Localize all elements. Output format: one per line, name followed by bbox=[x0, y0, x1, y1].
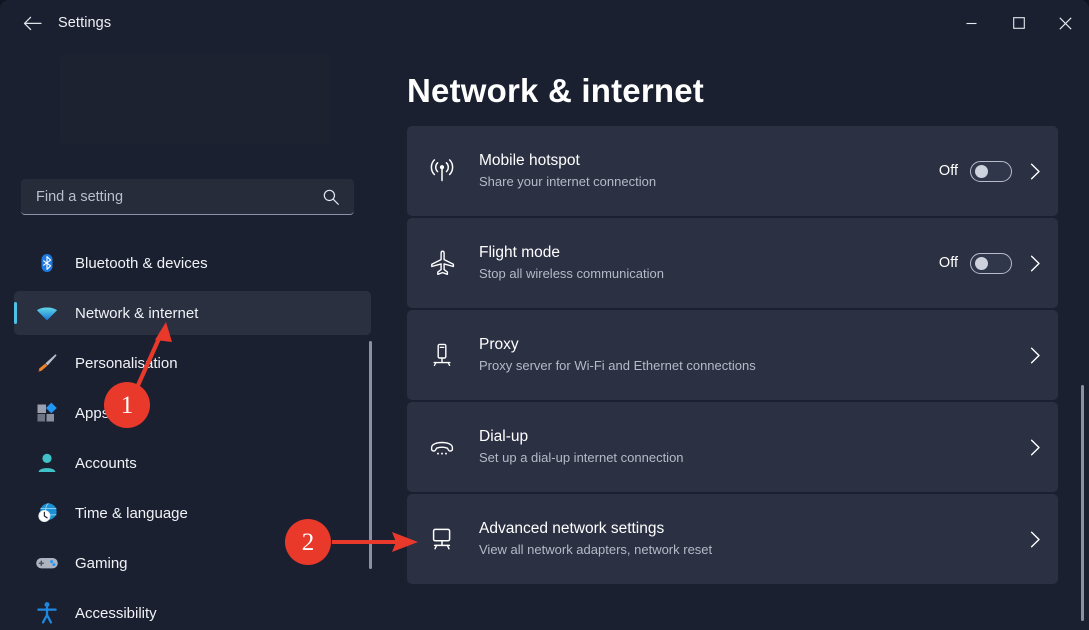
window-controls bbox=[948, 0, 1089, 46]
chevron-right-icon[interactable] bbox=[1028, 163, 1042, 180]
card-text: Dial-up Set up a dial-up internet connec… bbox=[479, 427, 1028, 467]
card-flight-mode[interactable]: Flight mode Stop all wireless communicat… bbox=[407, 218, 1058, 308]
chevron-right-icon[interactable] bbox=[1028, 347, 1042, 364]
settings-window: Settings Find a setting Bluetooth & devi… bbox=[0, 0, 1089, 630]
sidebar-item-label: Time & language bbox=[75, 504, 188, 522]
mobile-hotspot-toggle[interactable] bbox=[970, 160, 1012, 182]
title-bar: Settings bbox=[0, 0, 1089, 46]
account-card-placeholder bbox=[60, 54, 330, 144]
close-button[interactable] bbox=[1042, 0, 1089, 46]
toggle-knob bbox=[974, 256, 988, 270]
sidebar-item-time-language[interactable]: Time & language bbox=[14, 491, 371, 535]
sidebar-item-accounts[interactable]: Accounts bbox=[14, 441, 371, 485]
proxy-server-icon bbox=[425, 338, 459, 372]
sidebar-item-network-internet[interactable]: Network & internet bbox=[14, 291, 371, 335]
account-icon bbox=[32, 448, 62, 478]
dialup-phone-icon bbox=[425, 430, 459, 464]
airplane-icon bbox=[425, 246, 459, 280]
card-subtitle: Share your internet connection bbox=[479, 174, 657, 189]
accessibility-icon bbox=[32, 598, 62, 628]
minimize-button[interactable] bbox=[948, 0, 995, 46]
card-text: Mobile hotspot Share your internet conne… bbox=[479, 151, 939, 191]
maximize-button[interactable] bbox=[995, 0, 1042, 46]
main-scrollbar-thumb[interactable] bbox=[1081, 385, 1084, 621]
account-block bbox=[0, 46, 385, 158]
settings-card-list: Mobile hotspot Share your internet conne… bbox=[407, 126, 1058, 586]
page-title: Network & internet bbox=[407, 72, 704, 109]
flight-mode-toggle[interactable] bbox=[970, 252, 1012, 274]
card-title: Proxy bbox=[479, 336, 519, 353]
card-title: Mobile hotspot bbox=[479, 152, 580, 169]
card-text: Proxy Proxy server for Wi-Fi and Etherne… bbox=[479, 335, 1028, 375]
sidebar-scrollbar-thumb[interactable] bbox=[369, 341, 372, 569]
card-title: Advanced network settings bbox=[479, 520, 665, 537]
card-controls bbox=[1028, 439, 1042, 456]
toggle-state-label: Off bbox=[938, 163, 958, 179]
advanced-network-icon bbox=[425, 522, 459, 556]
paintbrush-icon bbox=[32, 348, 62, 378]
toggle-state-label: Off bbox=[938, 255, 958, 271]
apps-icon bbox=[32, 398, 62, 428]
search-icon bbox=[322, 188, 340, 206]
card-controls: Off bbox=[938, 160, 1042, 182]
sidebar-item-label: Accounts bbox=[75, 454, 137, 472]
bluetooth-icon bbox=[32, 248, 62, 278]
card-mobile-hotspot[interactable]: Mobile hotspot Share your internet conne… bbox=[407, 126, 1058, 216]
card-subtitle: Proxy server for Wi-Fi and Ethernet conn… bbox=[479, 358, 756, 373]
sidebar-item-label: Gaming bbox=[75, 554, 128, 572]
back-button[interactable] bbox=[12, 7, 52, 39]
chevron-right-icon[interactable] bbox=[1028, 531, 1042, 548]
sidebar-item-gaming[interactable]: Gaming bbox=[14, 541, 371, 585]
wifi-icon bbox=[32, 298, 62, 328]
sidebar-item-bluetooth-devices[interactable]: Bluetooth & devices bbox=[14, 241, 371, 285]
card-controls bbox=[1028, 347, 1042, 364]
toggle-knob bbox=[974, 164, 988, 178]
back-arrow-icon bbox=[23, 16, 42, 30]
close-icon bbox=[1059, 16, 1072, 30]
card-text: Advanced network settings View all netwo… bbox=[479, 519, 1028, 559]
search-box[interactable] bbox=[21, 179, 354, 215]
chevron-right-icon[interactable] bbox=[1028, 255, 1042, 272]
card-subtitle: View all network adapters, network reset bbox=[479, 542, 713, 557]
card-subtitle: Set up a dial-up internet connection bbox=[479, 450, 684, 465]
sidebar-item-personalisation[interactable]: Personalisation bbox=[14, 341, 371, 385]
sidebar-item-label: Apps bbox=[75, 404, 110, 422]
sidebar-item-accessibility[interactable]: Accessibility bbox=[14, 591, 371, 630]
sidebar-nav-list: Bluetooth & devices Network & internet P… bbox=[0, 241, 385, 630]
chevron-right-icon[interactable] bbox=[1028, 439, 1042, 456]
card-proxy[interactable]: Proxy Proxy server for Wi-Fi and Etherne… bbox=[407, 310, 1058, 400]
maximize-icon bbox=[1012, 17, 1025, 29]
hotspot-icon bbox=[425, 154, 459, 188]
card-text: Flight mode Stop all wireless communicat… bbox=[479, 243, 939, 283]
card-title: Dial-up bbox=[479, 428, 529, 445]
card-dial-up[interactable]: Dial-up Set up a dial-up internet connec… bbox=[407, 402, 1058, 492]
gamepad-icon bbox=[32, 548, 62, 578]
clock-globe-icon bbox=[32, 498, 62, 528]
search-input[interactable] bbox=[21, 188, 322, 205]
minimize-icon bbox=[966, 22, 977, 24]
card-controls bbox=[1028, 531, 1042, 548]
card-subtitle: Stop all wireless communication bbox=[479, 266, 664, 281]
sidebar-item-label: Bluetooth & devices bbox=[75, 254, 208, 272]
main-content: Network & internet Mobile hotspot Share … bbox=[385, 46, 1089, 630]
sidebar-item-label: Accessibility bbox=[75, 604, 157, 622]
card-title: Flight mode bbox=[479, 244, 560, 261]
card-advanced-network-settings[interactable]: Advanced network settings View all netwo… bbox=[407, 494, 1058, 584]
sidebar: Bluetooth & devices Network bbox=[0, 46, 385, 630]
card-controls: Off bbox=[938, 252, 1042, 274]
sidebar-item-label: Network & internet bbox=[75, 304, 199, 322]
window-title: Settings bbox=[58, 15, 112, 31]
sidebar-item-apps[interactable]: Apps bbox=[14, 391, 371, 435]
sidebar-item-label: Personalisation bbox=[75, 354, 178, 372]
